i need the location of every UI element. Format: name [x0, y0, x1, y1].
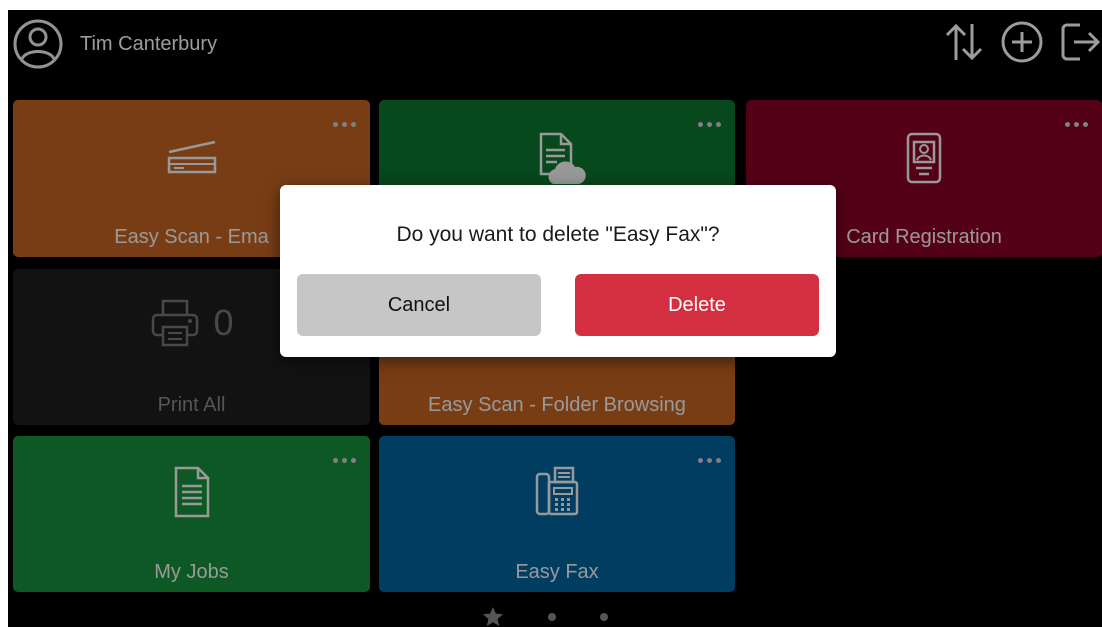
delete-button[interactable]: Delete	[575, 274, 819, 336]
cancel-button[interactable]: Cancel	[297, 274, 541, 336]
favorites-page-star-icon[interactable]	[482, 606, 504, 627]
page-dot[interactable]	[548, 613, 556, 621]
delete-confirm-dialog: Do you want to delete "Easy Fax"? Cancel…	[280, 185, 836, 357]
page-dot[interactable]	[600, 613, 608, 621]
page-indicator	[482, 606, 608, 627]
dialog-message: Do you want to delete "Easy Fax"?	[396, 223, 720, 246]
